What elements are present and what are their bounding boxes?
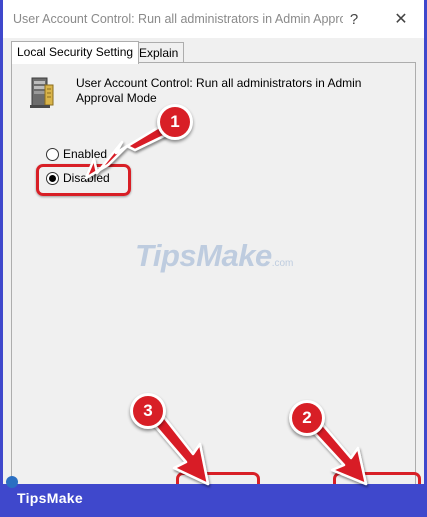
brand-footer: TipsMake [17, 490, 83, 506]
tab-local-security-setting[interactable]: Local Security Setting [11, 41, 140, 64]
help-button[interactable]: ? [339, 8, 369, 32]
tipsmake-frame: User Account Control: Run all administra… [0, 0, 427, 517]
step-3-badge: 3 [130, 393, 166, 429]
window-title: User Account Control: Run all administra… [13, 12, 343, 26]
close-button[interactable]: ✕ [385, 8, 417, 32]
radio-enabled-circle[interactable] [46, 148, 59, 161]
title-bar: User Account Control: Run all administra… [3, 0, 424, 38]
server-icon [30, 77, 54, 108]
properties-dialog: User Account Control: Run all administra… [3, 0, 424, 484]
step-2-badge: 2 [289, 400, 325, 436]
step-1-badge: 1 [157, 104, 193, 140]
ok-button-highlight [176, 472, 260, 484]
apply-button-highlight [333, 472, 421, 484]
radio-enabled-label: Enabled [63, 147, 108, 161]
watermark: TipsMake.com [135, 238, 294, 273]
info-icon [6, 476, 18, 488]
disabled-highlight-box [36, 164, 131, 196]
policy-title: User Account Control: Run all administra… [76, 76, 362, 105]
tab-explain[interactable]: Explain [133, 42, 185, 63]
